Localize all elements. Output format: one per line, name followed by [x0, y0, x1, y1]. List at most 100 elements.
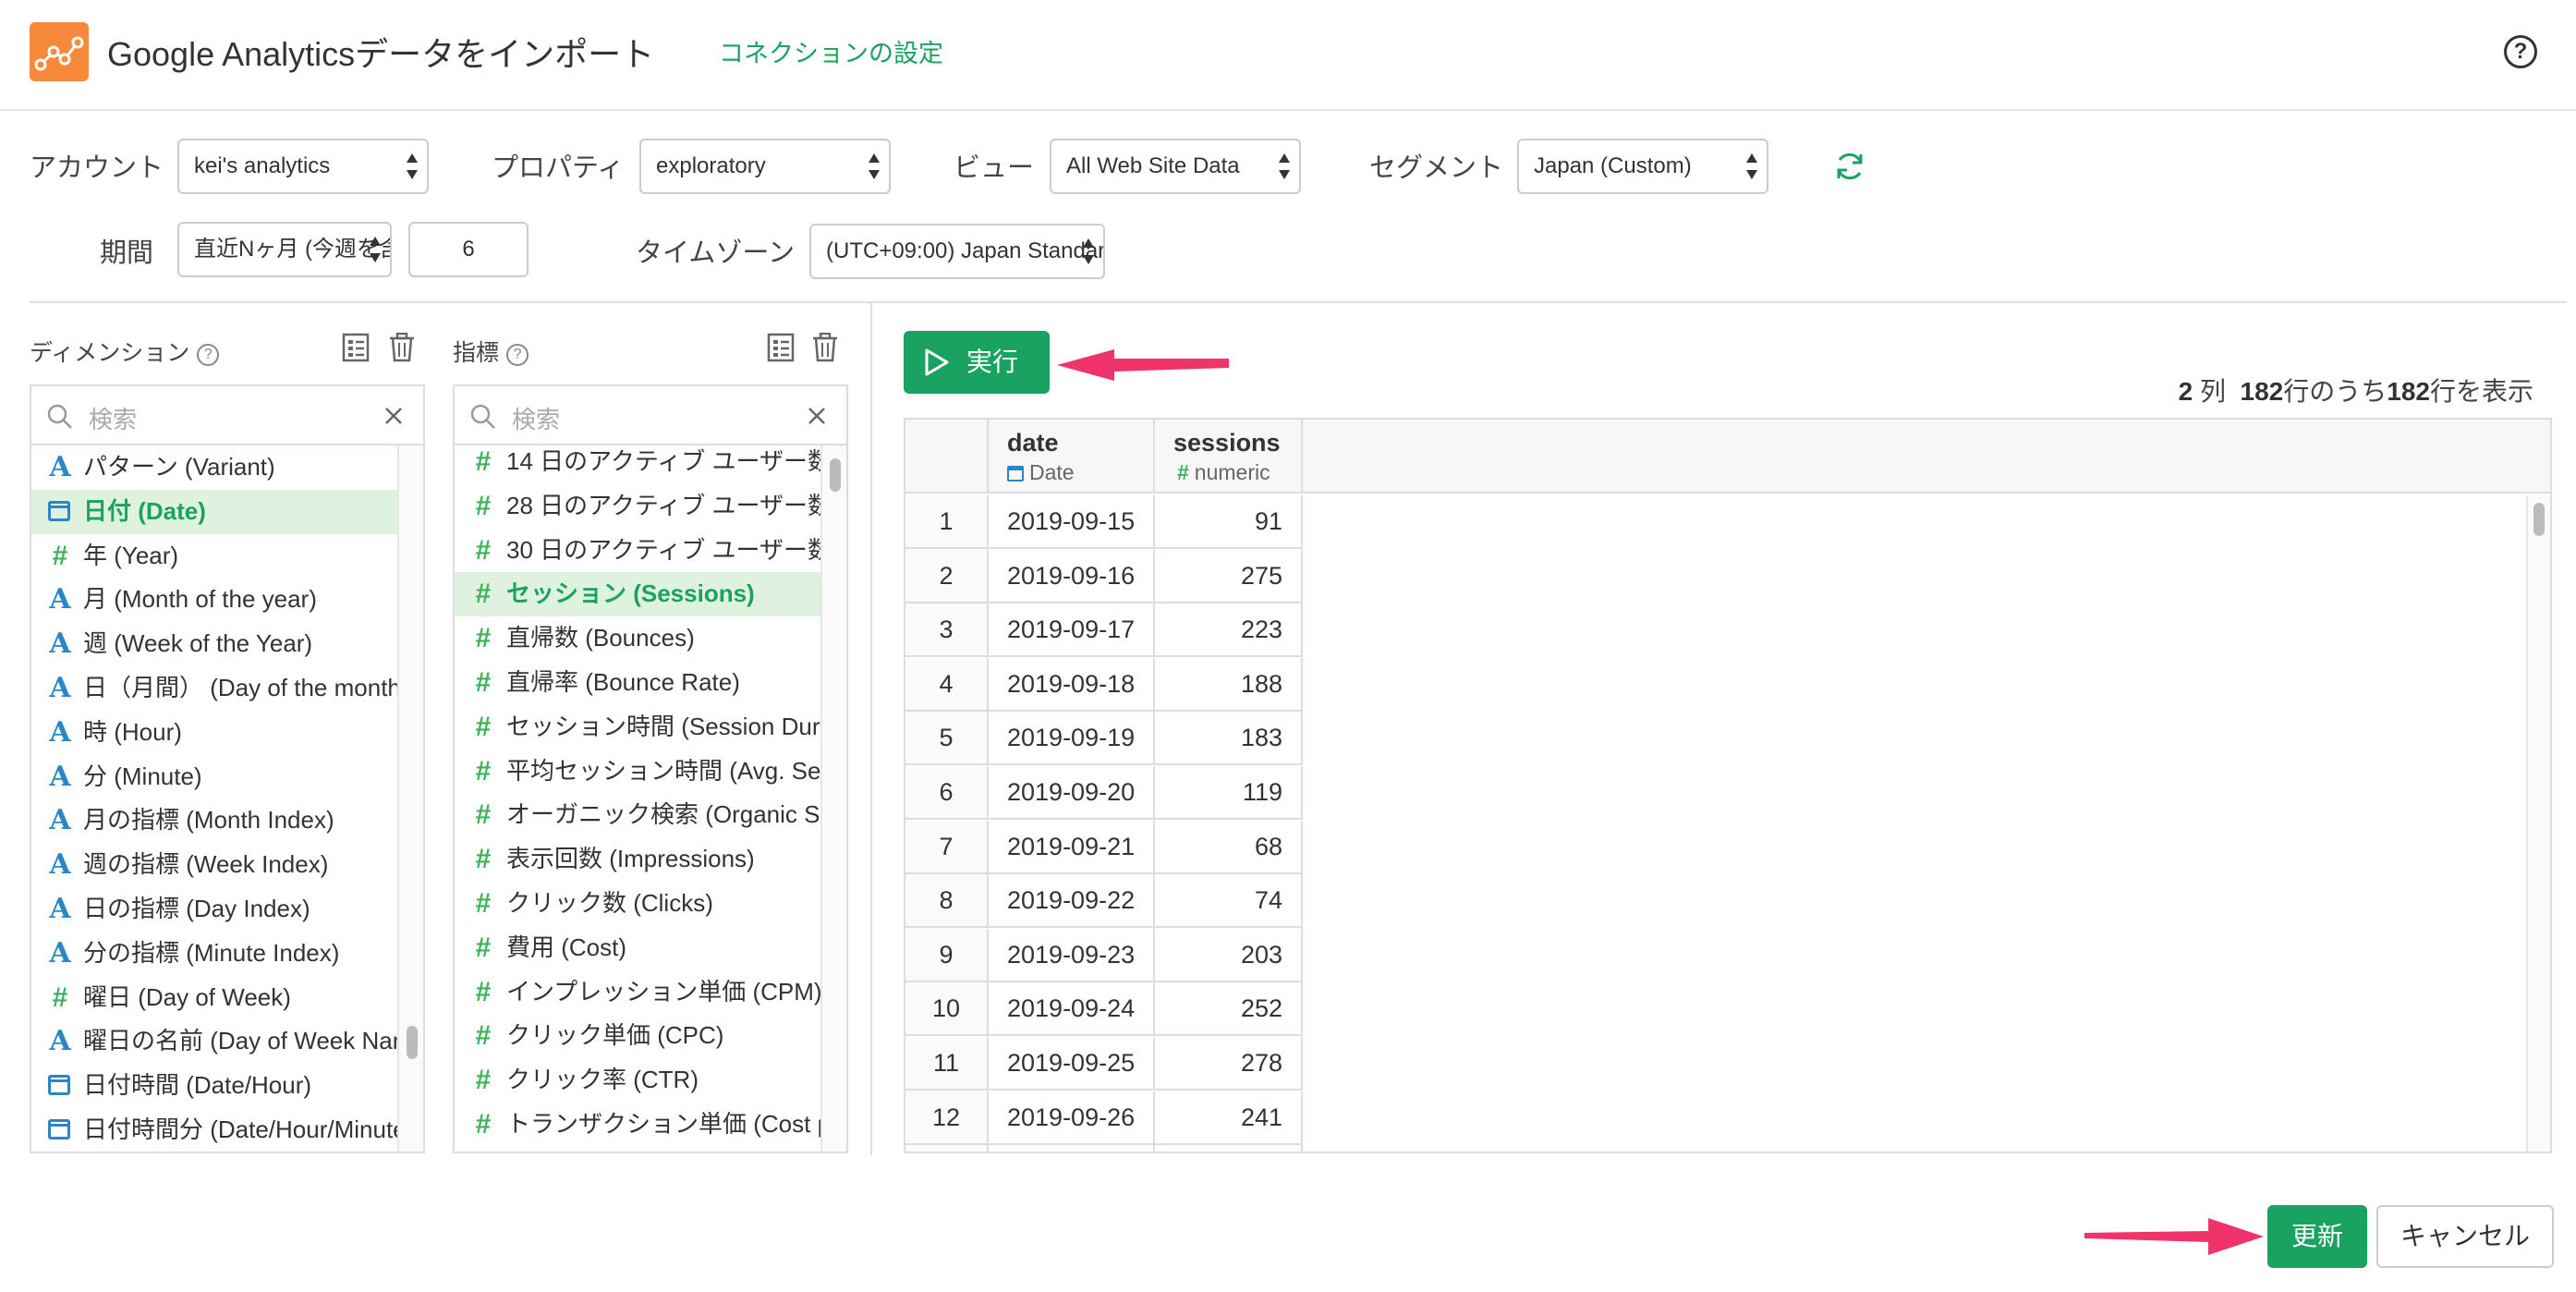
row-index: 4 — [905, 657, 989, 712]
list-item-label: 年 (Year) — [83, 541, 179, 569]
segment-select[interactable]: Japan (Custom) — [1517, 139, 1768, 194]
table-cell: 68 — [1155, 820, 1303, 874]
table-cell: 275 — [1155, 549, 1303, 603]
period-n-input[interactable]: 6 — [408, 222, 529, 277]
list-item[interactable]: A 時 (Hour) — [31, 711, 397, 755]
select-all-icon[interactable] — [342, 333, 370, 362]
view-select[interactable]: All Web Site Data — [1050, 139, 1301, 194]
list-item[interactable]: # 直帰数 (Bounces) — [455, 616, 820, 661]
number-type-icon: # — [475, 1108, 492, 1140]
list-item[interactable]: A 曜日の名前 (Day of Week Name) — [31, 1019, 397, 1064]
connection-settings-link[interactable]: コネクションの設定 — [719, 33, 943, 69]
table-cell: 119 — [1155, 766, 1303, 820]
period-select[interactable]: 直近Nヶ月 (今週を含まない) — [177, 222, 392, 277]
metrics-scrollbar[interactable] — [820, 445, 846, 1152]
list-item[interactable]: # セッション (Sessions) — [455, 572, 820, 617]
run-button[interactable]: 実行 — [904, 331, 1050, 394]
list-item[interactable]: #30 日のアクティブ ユーザー数 — [455, 529, 820, 573]
update-button[interactable]: 更新 — [2267, 1205, 2367, 1268]
metrics-search[interactable]: 検索 — [455, 386, 846, 445]
list-item[interactable]: A 週の指標 (Week Index) — [31, 843, 397, 887]
list-item[interactable]: 日付 (Date) — [31, 489, 397, 534]
list-item-label: オーガニック検索 (Organic Searches) — [506, 800, 820, 829]
text-type-icon: A — [49, 583, 71, 616]
column-header-date[interactable]: date Date — [989, 420, 1155, 494]
table-scrollbar[interactable] — [2526, 495, 2550, 1152]
cancel-button[interactable]: キャンセル — [2376, 1205, 2554, 1268]
question-icon[interactable]: ? — [197, 344, 220, 366]
question-icon[interactable]: ? — [506, 344, 529, 366]
list-item[interactable]: A 月 (Month of the year) — [31, 578, 397, 622]
table-header: date Date sessions # numeric — [905, 420, 2550, 494]
account-select[interactable]: kei's analytics — [177, 139, 429, 194]
list-item[interactable]: # 直帰率 (Bounce Rate) — [455, 661, 820, 705]
scrollbar-thumb[interactable] — [407, 1026, 418, 1059]
list-item-label: トランザクション単価 (Cost per Transaction) — [506, 1109, 820, 1138]
hash-icon: # — [1177, 460, 1189, 484]
list-item-label: 28 日のアクティブ ユーザー数 — [506, 491, 820, 519]
row-index: 1 — [905, 495, 989, 549]
row-index: 6 — [905, 766, 989, 820]
number-type-icon: # — [475, 976, 492, 1007]
clear-search-icon[interactable] — [808, 407, 826, 425]
list-item[interactable]: # 平均セッション時間 (Avg. Session Duration) — [455, 750, 820, 794]
table-cell: 278 — [1155, 1037, 1303, 1091]
trash-icon[interactable] — [811, 333, 839, 362]
timezone-select-value: (UTC+09:00) Japan Standard Time — [826, 238, 1105, 263]
column-header-sessions[interactable]: sessions # numeric — [1155, 420, 1303, 494]
segment-select-value: Japan (Custom) — [1534, 153, 1692, 178]
property-label: プロパティ — [492, 153, 625, 183]
summary-middle: 行のうち — [2283, 377, 2388, 406]
list-item[interactable]: # クリック率 (CTR) — [455, 1058, 820, 1103]
list-item[interactable]: A 月の指標 (Month Index) — [31, 798, 397, 843]
list-item[interactable]: A 日の指標 (Day Index) — [31, 887, 397, 932]
list-item[interactable]: #14 日のアクティブ ユーザー数 — [455, 440, 820, 484]
list-item[interactable]: A 分 (Minute) — [31, 755, 397, 799]
list-item-label: 平均セッション時間 (Avg. Session Duration) — [506, 756, 820, 785]
annotation-arrow-icon — [1057, 349, 1229, 381]
list-item-label: 表示回数 (Impressions) — [506, 845, 755, 873]
select-all-icon[interactable] — [767, 333, 795, 362]
list-item[interactable]: A 週 (Week of the Year) — [31, 622, 397, 666]
list-item[interactable]: # 年 (Year) — [31, 534, 397, 579]
timezone-select[interactable]: (UTC+09:00) Japan Standard Time — [809, 224, 1105, 279]
list-item[interactable]: 日付時間 (Date/Hour) — [31, 1064, 397, 1108]
number-type-icon: # — [52, 981, 68, 1013]
list-item[interactable]: # セッション時間 (Session Duration) — [455, 705, 820, 750]
scrollbar-thumb[interactable] — [2533, 503, 2545, 536]
list-item[interactable]: # クリック数 (Clicks) — [455, 882, 820, 926]
period-label: 期間 — [100, 238, 154, 268]
list-item[interactable]: # 費用 (Cost) — [455, 926, 820, 970]
table-cell: 2019-09-21 — [989, 820, 1155, 874]
scrollbar-thumb[interactable] — [830, 458, 841, 492]
summary-total: 182 — [2240, 377, 2284, 406]
help-icon[interactable]: ? — [2504, 35, 2537, 68]
list-item[interactable]: # オーガニック検索 (Organic Searches) — [455, 793, 820, 837]
row-index: 5 — [905, 712, 989, 766]
table-cell: 2019-09-17 — [989, 603, 1155, 658]
table-cell: 2019-09-24 — [989, 982, 1155, 1037]
list-item[interactable]: # トランザクション単価 (Cost per Transaction) — [455, 1103, 820, 1147]
number-type-icon: # — [475, 932, 492, 963]
annotation-arrow-icon — [2084, 1218, 2264, 1255]
list-item[interactable]: #28 日のアクティブ ユーザー数 — [455, 484, 820, 529]
list-item-label: 週の指標 (Week Index) — [83, 850, 329, 879]
list-item[interactable]: A 分の指標 (Minute Index) — [31, 932, 397, 976]
list-item[interactable]: # 曜日 (Day of Week) — [31, 976, 397, 1020]
list-item[interactable]: # 表示回数 (Impressions) — [455, 837, 820, 882]
list-item[interactable]: # クリック単価 (CPC) — [455, 1014, 820, 1058]
list-item[interactable]: 日付時間分 (Date/Hour/Minute) — [31, 1108, 397, 1152]
list-item[interactable]: A 日（月間） (Day of the month) — [31, 666, 397, 711]
refresh-icon[interactable] — [1833, 150, 1866, 183]
list-item[interactable]: # インプレッション単価 (CPM) — [455, 970, 820, 1015]
trash-icon[interactable] — [388, 333, 416, 362]
number-type-icon: # — [475, 755, 492, 786]
list-item[interactable]: A パターン (Variant) — [31, 445, 397, 490]
clear-search-icon[interactable] — [384, 407, 403, 425]
dimensions-scrollbar[interactable] — [397, 445, 423, 1152]
table-cell: 203 — [1155, 928, 1303, 982]
property-select[interactable]: exploratory — [639, 139, 891, 194]
dimensions-search[interactable]: 検索 — [31, 386, 423, 445]
data-table: date Date sessions # numeric 1 2019-09-15 9… — [904, 418, 2552, 1153]
search-icon — [47, 404, 72, 429]
